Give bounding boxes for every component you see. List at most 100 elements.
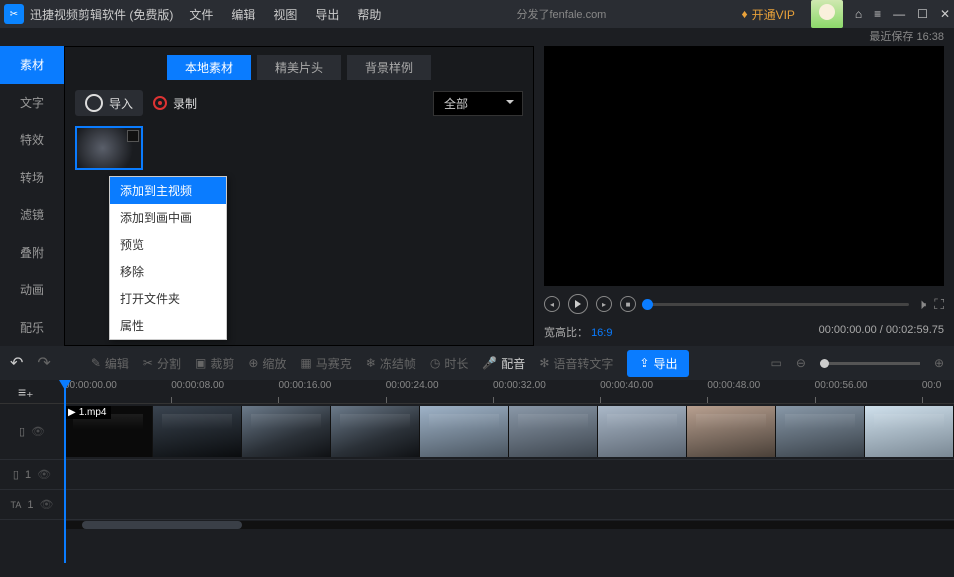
text-track-count: 1 bbox=[27, 499, 33, 511]
sidenav-item-transition[interactable]: 转场 bbox=[0, 159, 64, 197]
app-icon: ✂ bbox=[4, 4, 24, 24]
ruler-mark: 00:00:00.00 bbox=[64, 380, 171, 403]
ab-edit[interactable]: ✎ 编辑 bbox=[91, 355, 129, 372]
text-track: TA 1 👁 bbox=[0, 490, 954, 520]
sidenav-item-overlay[interactable]: 叠附 bbox=[0, 234, 64, 272]
stop-button[interactable]: ■ bbox=[620, 296, 636, 312]
play-button[interactable] bbox=[568, 294, 588, 314]
sidenav-item-effects[interactable]: 特效 bbox=[0, 121, 64, 159]
tab-intros[interactable]: 精美片头 bbox=[257, 55, 341, 80]
undo-button[interactable]: ↶ bbox=[10, 353, 23, 373]
ab-split[interactable]: ✂ 分割 bbox=[143, 355, 181, 372]
video-track-icon: ▯ bbox=[19, 425, 25, 438]
sidenav-item-text[interactable]: 文字 bbox=[0, 84, 64, 122]
avatar[interactable] bbox=[811, 0, 843, 28]
menu-help[interactable]: 帮助 bbox=[357, 6, 381, 23]
record-button[interactable]: 录制 bbox=[153, 95, 197, 112]
video-clip[interactable]: ▶ 1.mp4 bbox=[64, 406, 954, 457]
menu-export[interactable]: 导出 bbox=[315, 6, 339, 23]
text-track-header[interactable]: TA 1 👁 bbox=[0, 490, 64, 519]
ruler-mark: 00:00:08.00 bbox=[171, 380, 278, 403]
tab-local[interactable]: 本地素材 bbox=[167, 55, 251, 80]
menu-file[interactable]: 文件 bbox=[189, 6, 213, 23]
home-icon[interactable]: ⌂ bbox=[855, 7, 862, 21]
menubar: 文件 编辑 视图 导出 帮助 bbox=[189, 6, 381, 23]
ctx-add-pip[interactable]: 添加到画中画 bbox=[110, 204, 226, 231]
clip-type-icon: ▶ bbox=[68, 407, 76, 418]
clip-name: 1.mp4 bbox=[79, 407, 107, 418]
ratio-value[interactable]: 16:9 bbox=[591, 327, 612, 339]
lock-icon[interactable]: 👁 bbox=[31, 425, 45, 438]
maximize-icon[interactable]: ☐ bbox=[917, 7, 928, 21]
actionbar: ↶ ↷ ✎ 编辑 ✂ 分割 ▣ 裁剪 ⊕ 缩放 ▦ 马赛克 ❄ 冻结帧 ◷ 时长… bbox=[0, 346, 954, 380]
ab-freeze[interactable]: ❄ 冻结帧 bbox=[366, 355, 416, 372]
close-icon[interactable]: ✕ bbox=[940, 7, 950, 21]
text-track-body[interactable] bbox=[64, 490, 954, 519]
progress-slider[interactable] bbox=[644, 303, 909, 306]
zoom-in-icon[interactable]: ⊕ bbox=[934, 356, 944, 370]
ctx-remove[interactable]: 移除 bbox=[110, 258, 226, 285]
last-saved: 最近保存 16:38 bbox=[0, 28, 954, 46]
fit-icon[interactable]: ▭ bbox=[771, 356, 782, 370]
ab-voiceover[interactable]: 🎤 配音 bbox=[482, 355, 525, 372]
volume-icon[interactable]: 🕨 bbox=[917, 296, 926, 313]
material-panel: 本地素材 精美片头 背景样例 导入 录制 全部 添加到主视频 添加到画中画 预览 bbox=[64, 46, 534, 346]
eye-icon[interactable]: 👁 bbox=[40, 498, 54, 511]
video-track-header[interactable]: ▯ 👁 bbox=[0, 404, 64, 459]
ab-stt[interactable]: ✻ 语音转文字 bbox=[539, 355, 613, 372]
playhead[interactable] bbox=[64, 380, 66, 563]
ab-crop[interactable]: ▣ 裁剪 bbox=[195, 355, 234, 372]
watermark-text: 分发了fenfale.com bbox=[381, 6, 741, 22]
tab-backgrounds[interactable]: 背景样例 bbox=[347, 55, 431, 80]
import-button[interactable]: 导入 bbox=[75, 90, 143, 116]
timeline-ruler[interactable]: 00:00:00.00 00:00:08.00 00:00:16.00 00:0… bbox=[0, 380, 954, 404]
sidenav-item-animation[interactable]: 动画 bbox=[0, 271, 64, 309]
fullscreen-icon[interactable]: ⛶ bbox=[934, 296, 944, 313]
zoom-out-icon[interactable]: ⊖ bbox=[796, 356, 806, 370]
eye-icon[interactable]: 👁 bbox=[37, 468, 51, 481]
ruler-mark: 00:00:16.00 bbox=[278, 380, 385, 403]
ctx-add-main[interactable]: 添加到主视频 bbox=[110, 177, 226, 204]
window-controls: ⌂ ≡ — ☐ ✕ bbox=[855, 7, 950, 21]
ab-zoom[interactable]: ⊕ 缩放 bbox=[248, 355, 286, 372]
video-track-body[interactable]: ▶ 1.mp4 bbox=[64, 404, 954, 459]
sidenav-item-material[interactable]: 素材 bbox=[0, 46, 64, 84]
record-icon bbox=[153, 96, 167, 110]
titlebar: ✂ 迅捷视频剪辑软件 (免费版) 文件 编辑 视图 导出 帮助 分发了fenfa… bbox=[0, 0, 954, 28]
menu-edit[interactable]: 编辑 bbox=[231, 6, 255, 23]
menu-view[interactable]: 视图 bbox=[273, 6, 297, 23]
redo-button[interactable]: ↷ bbox=[37, 353, 50, 373]
context-menu: 添加到主视频 添加到画中画 预览 移除 打开文件夹 属性 bbox=[109, 176, 227, 340]
app-title: 迅捷视频剪辑软件 (免费版) bbox=[30, 6, 173, 23]
minimize-icon[interactable]: — bbox=[893, 7, 905, 21]
material-tabs: 本地素材 精美片头 背景样例 bbox=[75, 55, 523, 80]
preview-canvas[interactable] bbox=[544, 46, 944, 286]
scrollbar-thumb[interactable] bbox=[82, 521, 242, 529]
sidenav-item-music[interactable]: 配乐 bbox=[0, 309, 64, 347]
diamond-icon: ♦ bbox=[741, 7, 747, 21]
filter-dropdown[interactable]: 全部 bbox=[433, 91, 523, 116]
ab-mosaic[interactable]: ▦ 马赛克 bbox=[300, 355, 351, 372]
media-thumbnail[interactable] bbox=[75, 126, 143, 170]
next-frame-button[interactable]: ▸ bbox=[596, 296, 612, 312]
menu-icon[interactable]: ≡ bbox=[874, 7, 881, 21]
ab-duration[interactable]: ◷ 时长 bbox=[430, 355, 469, 372]
material-toolbar: 导入 录制 全部 bbox=[75, 90, 523, 116]
zoom-slider[interactable] bbox=[820, 362, 920, 365]
refresh-icon bbox=[85, 94, 103, 112]
ctx-properties[interactable]: 属性 bbox=[110, 312, 226, 339]
player-controls: ◂ ▸ ■ 🕨 ⛶ bbox=[544, 286, 944, 322]
audio-track-body[interactable] bbox=[64, 460, 954, 489]
prev-frame-button[interactable]: ◂ bbox=[544, 296, 560, 312]
sidenav-item-filter[interactable]: 滤镜 bbox=[0, 196, 64, 234]
ruler-mark: 00:00:24.00 bbox=[386, 380, 493, 403]
record-label: 录制 bbox=[173, 95, 197, 112]
ctx-preview[interactable]: 预览 bbox=[110, 231, 226, 258]
export-button[interactable]: ⇪ 导出 bbox=[627, 350, 689, 377]
ruler-mark: 00:00:40.00 bbox=[600, 380, 707, 403]
vip-button[interactable]: ♦ 开通VIP bbox=[741, 6, 794, 23]
ruler-mark: 00:00:56.00 bbox=[815, 380, 922, 403]
audio-track-header[interactable]: ▯ 1 👁 bbox=[0, 460, 64, 489]
timeline-scrollbar[interactable] bbox=[0, 520, 954, 530]
ctx-open-folder[interactable]: 打开文件夹 bbox=[110, 285, 226, 312]
